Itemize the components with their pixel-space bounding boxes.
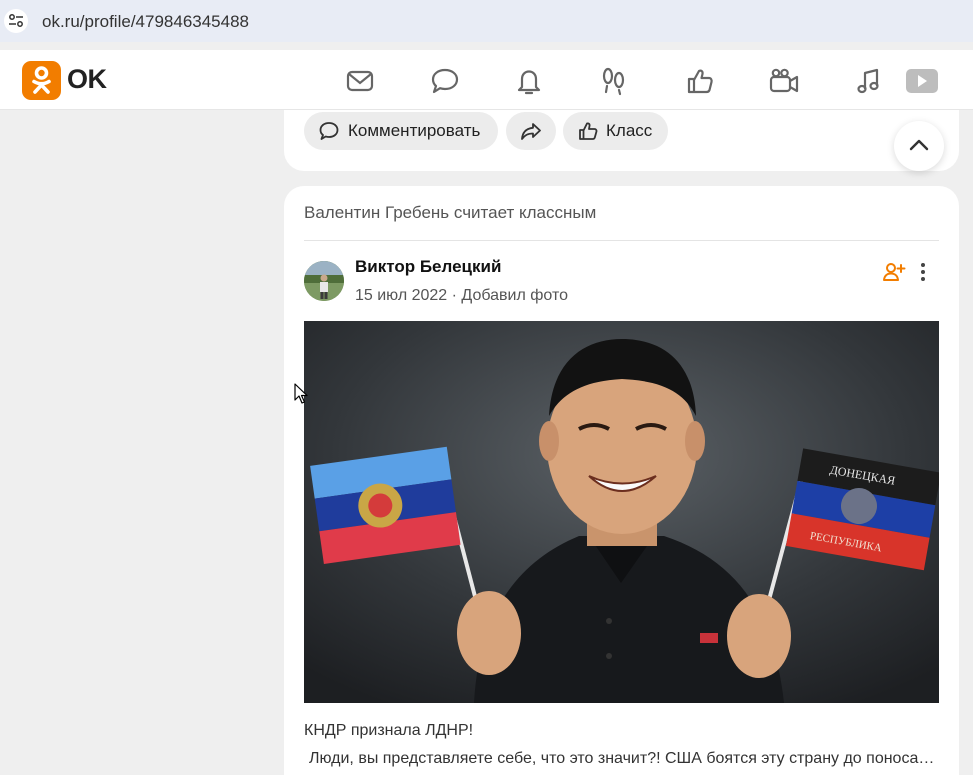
avatar[interactable] [304, 261, 344, 301]
post-date[interactable]: 15 июл 2022 [355, 287, 447, 304]
post-photo[interactable]: ДОНЕЦКАЯ РЕСПУБЛИКА [304, 321, 939, 703]
discussions-icon[interactable] [429, 65, 461, 97]
meta-separator: · [447, 287, 462, 304]
guests-icon[interactable] [598, 65, 630, 97]
share-button[interactable] [506, 112, 556, 150]
divider [304, 240, 939, 241]
add-friend-icon [883, 263, 906, 281]
post-text[interactable]: Люди, вы представляете себе, что это зна… [309, 750, 937, 768]
post-caption: КНДР признала ЛДНР! [304, 722, 474, 739]
notifications-icon[interactable] [513, 65, 545, 97]
comment-button[interactable]: Комментировать [304, 112, 498, 150]
video-icon[interactable] [904, 65, 938, 97]
more-options-button[interactable] [914, 260, 932, 284]
post-action: Добавил фото [461, 287, 569, 304]
mouse-cursor-icon [294, 383, 308, 404]
ok-logo-icon[interactable] [22, 61, 61, 100]
feed-post-card: Валентин Гребень считает классным Виктор… [284, 186, 959, 775]
site-info-icon[interactable] [4, 9, 28, 33]
video-calls-icon[interactable] [768, 65, 800, 97]
chevron-up-icon [909, 139, 929, 151]
music-icon[interactable] [853, 65, 885, 97]
liked-by-text[interactable]: Валентин Гребень считает классным [304, 203, 596, 223]
add-friend-button[interactable] [882, 260, 906, 284]
comment-button-label: Комментировать [348, 121, 481, 140]
logo-text[interactable]: OK [67, 64, 107, 95]
messages-icon[interactable] [344, 65, 376, 97]
scroll-to-top-button[interactable] [894, 121, 944, 171]
like-button-label: Класс [606, 121, 653, 140]
share-icon [521, 123, 541, 140]
author-name[interactable]: Виктор Белецкий [355, 257, 501, 277]
post-meta: 15 июл 2022 · Добавил фото [355, 287, 568, 305]
url-field[interactable]: ok.ru/profile/479846345488 [42, 12, 249, 32]
comment-icon [319, 122, 339, 140]
more-vertical-icon [921, 263, 925, 281]
like-button[interactable]: Класс [563, 112, 668, 150]
events-icon[interactable] [684, 65, 716, 97]
browser-address-bar: ok.ru/profile/479846345488 [0, 0, 973, 42]
previous-post-card: Комментировать Класс [284, 110, 959, 171]
site-header: OK [0, 50, 973, 110]
like-icon [579, 122, 598, 140]
